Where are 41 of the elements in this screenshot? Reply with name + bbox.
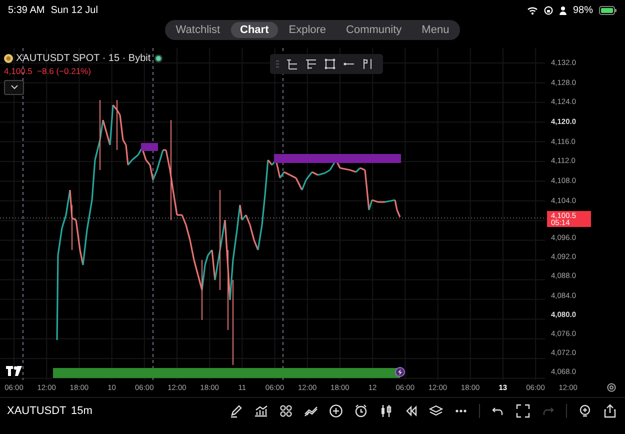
wifi-icon — [526, 6, 538, 14]
settings-icon[interactable] — [607, 383, 616, 392]
zone-rectangle — [141, 143, 158, 151]
symbol-title[interactable]: XAUTUSDT SPOT · 15 · Bybit — [16, 53, 151, 64]
long-position-icon[interactable] — [286, 58, 298, 70]
alarm-clock-icon[interactable] — [354, 404, 368, 418]
lightbulb-plus-icon[interactable] — [578, 404, 592, 418]
nav-tab[interactable]: Menu — [412, 22, 458, 38]
plus-circle-icon[interactable] — [329, 404, 343, 418]
pencil-icon[interactable] — [229, 404, 243, 418]
status-dot-icon — [154, 54, 163, 63]
symbol-name[interactable]: XAUTUSDT — [7, 405, 71, 417]
indicator-chart-icon[interactable] — [254, 404, 268, 418]
rewind-icon[interactable] — [404, 404, 418, 418]
trend-lines-icon[interactable] — [304, 404, 318, 418]
status-date: Sun 12 Jul — [50, 4, 98, 16]
short-position-icon[interactable] — [305, 58, 317, 70]
share-icon[interactable] — [603, 404, 617, 418]
coin-icon — [4, 54, 13, 63]
logo-icon — [6, 366, 22, 376]
battery-icon — [599, 6, 617, 14]
candles-icon[interactable] — [379, 404, 393, 418]
collapse-button[interactable] — [4, 80, 24, 95]
nav-tab[interactable]: Chart — [231, 22, 278, 38]
drag-handle-icon — [276, 60, 279, 68]
flag-icon[interactable] — [362, 58, 374, 70]
clock-time: 5:39 AM — [8, 4, 45, 16]
rectangle-icon[interactable] — [324, 58, 336, 70]
nav-tab[interactable]: Community — [337, 22, 411, 38]
layers-icon[interactable] — [429, 404, 443, 418]
interval-label[interactable]: 15m — [71, 405, 229, 417]
grid-icon[interactable] — [279, 404, 293, 418]
chevron-down-icon — [10, 85, 18, 90]
battery-percent: 98% — [572, 4, 593, 16]
price-change: 4,100.5 −8.6 (−0.21%) — [4, 66, 92, 76]
lightning-icon[interactable] — [395, 367, 405, 377]
lock-rotation-icon — [544, 6, 553, 14]
person-icon — [558, 6, 567, 14]
fullscreen-icon[interactable] — [516, 404, 530, 418]
nav-tab[interactable]: Explore — [280, 22, 336, 38]
nav-tab[interactable]: Watchlist — [166, 22, 230, 38]
